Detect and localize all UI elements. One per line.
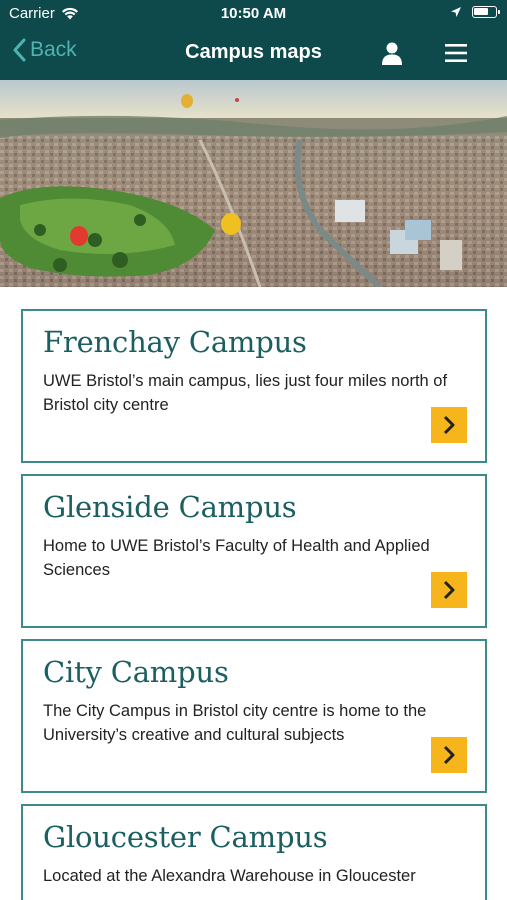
hero-aerial-image	[0, 80, 507, 287]
campus-description: UWE Bristol’s main campus, lies just fou…	[43, 372, 448, 414]
navigation-bar: Back Campus maps	[0, 28, 507, 80]
campus-card-glenside[interactable]: Glenside Campus Home to UWE Bristol’s Fa…	[21, 474, 487, 628]
profile-button[interactable]	[379, 40, 405, 66]
campus-description: Located at the Alexandra Warehouse in Gl…	[43, 867, 416, 885]
open-campus-button[interactable]	[431, 737, 467, 773]
chevron-right-icon	[443, 415, 455, 435]
campus-name: City Campus	[43, 655, 229, 689]
status-right	[450, 6, 500, 18]
open-campus-button[interactable]	[431, 572, 467, 608]
hamburger-menu-icon	[445, 44, 467, 62]
campus-name: Gloucester Campus	[43, 820, 328, 854]
battery-icon	[472, 6, 500, 18]
chevron-right-icon	[443, 745, 455, 765]
page-title: Campus maps	[185, 41, 322, 63]
campus-name: Frenchay Campus	[43, 325, 307, 359]
open-campus-button[interactable]	[431, 407, 467, 443]
menu-button[interactable]	[443, 41, 469, 65]
status-bar: Carrier 10:50 AM	[0, 0, 507, 28]
campus-card-city[interactable]: City Campus The City Campus in Bristol c…	[21, 639, 487, 793]
chevron-right-icon	[443, 580, 455, 600]
location-arrow-icon	[451, 7, 461, 17]
campus-description: The City Campus in Bristol city centre i…	[43, 702, 427, 744]
user-icon	[382, 42, 402, 65]
campus-card-frenchay[interactable]: Frenchay Campus UWE Bristol’s main campu…	[21, 309, 487, 463]
campus-description: Home to UWE Bristol’s Faculty of Health …	[43, 537, 430, 579]
campus-card-gloucester[interactable]: Gloucester Campus Located at the Alexand…	[21, 804, 487, 900]
clock: 10:50 AM	[220, 5, 287, 22]
campus-name: Glenside Campus	[43, 490, 297, 524]
